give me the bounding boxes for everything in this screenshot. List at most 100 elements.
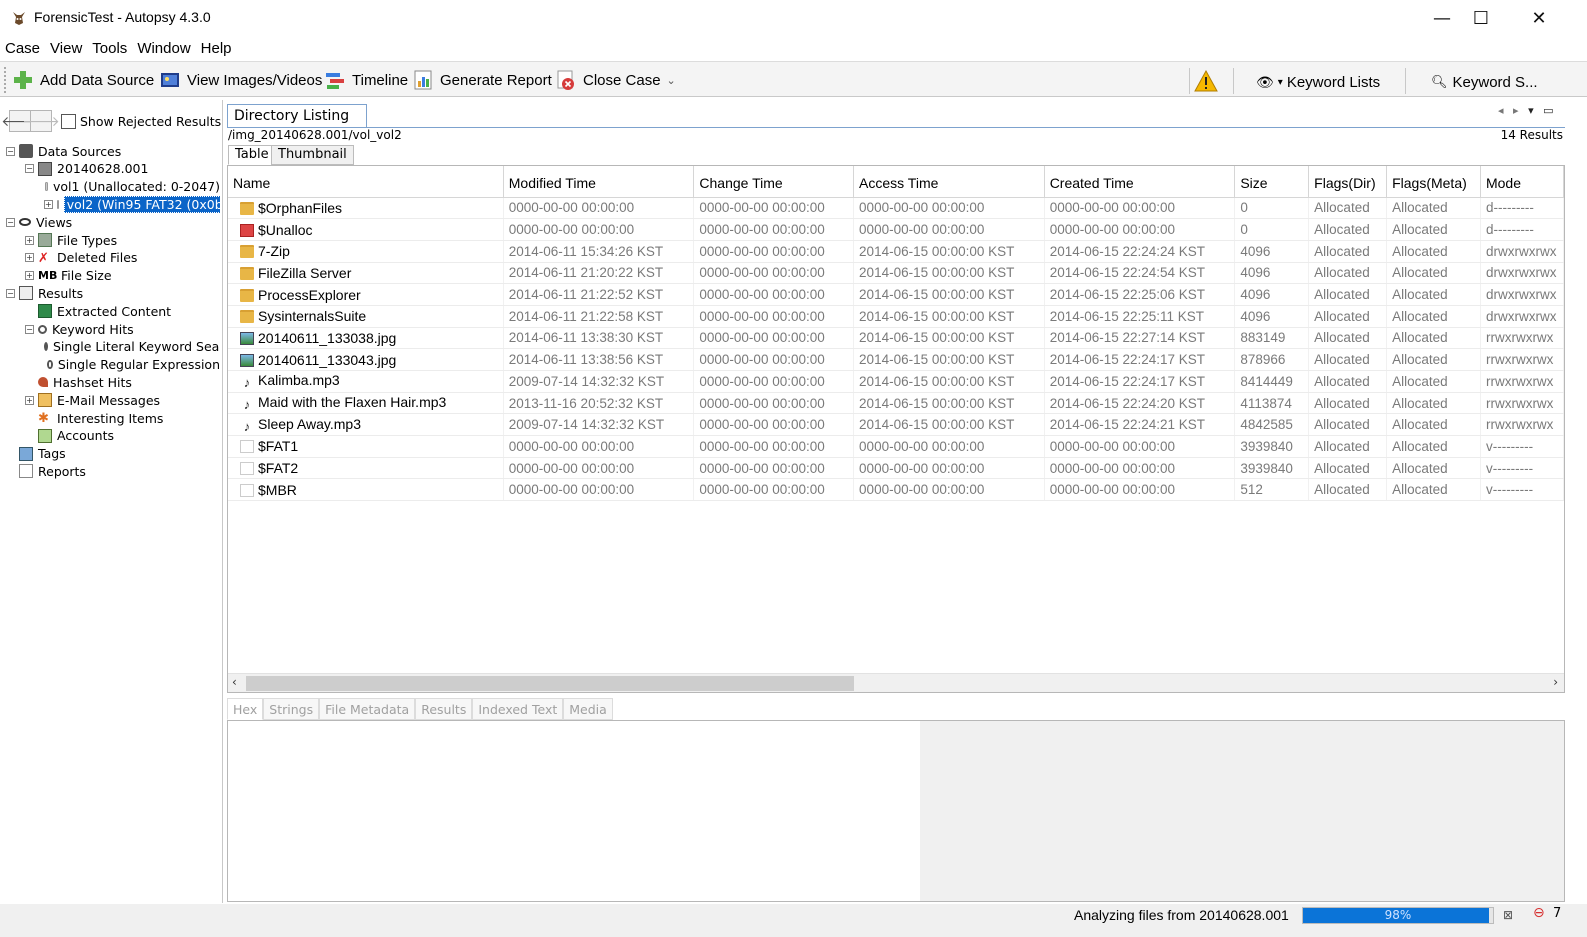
column-header[interactable]: Change Time	[693, 166, 855, 198]
tree-item-label: Accounts	[57, 428, 114, 444]
tree-item[interactable]: + vol2 (Win95 FAT32 (0x0b)	[44, 195, 220, 213]
column-header[interactable]: Flags(Meta)	[1386, 166, 1481, 198]
tab-strings[interactable]: Strings	[263, 698, 320, 720]
maximize-panel-icon[interactable]: ▭	[1543, 104, 1553, 117]
table-row[interactable]: ProcessExplorer 2014-06-11 21:22:52 KST 00…	[228, 283, 1564, 306]
menu-tools[interactable]: Tools	[87, 38, 132, 60]
close-case-button[interactable]: Close Case ⌄	[555, 67, 676, 93]
collapse-icon[interactable]: −	[6, 288, 15, 298]
scroll-left-icon[interactable]: ‹	[232, 675, 237, 689]
keyword-search-button[interactable]: 🔍︎ Keyword S...	[1431, 69, 1538, 95]
collapse-icon[interactable]: −	[6, 146, 15, 156]
tree-item[interactable]: − 20140628.001	[25, 160, 148, 178]
collapse-icon[interactable]: −	[6, 217, 15, 227]
table-row[interactable]: ♪ Kalimba.mp3 2009-07-14 14:32:32 KST 0000-…	[228, 370, 1564, 393]
column-header[interactable]: Size	[1234, 166, 1310, 198]
scroll-right-icon[interactable]: ›	[1553, 675, 1558, 689]
collapse-icon[interactable]: −	[25, 324, 34, 334]
cancel-ingest-icon[interactable]: ⊠	[1503, 908, 1513, 922]
scrollbar-thumb[interactable]	[246, 676, 854, 691]
toolbar-overflow-chevron-icon[interactable]: ⌄	[667, 74, 676, 87]
table-row[interactable]: FileZilla Server 2014-06-11 21:20:22 KST 0…	[228, 262, 1564, 285]
table-cell: 0000-00-00 00:00:00	[1044, 218, 1236, 241]
tree-item[interactable]: Accounts	[25, 427, 114, 445]
horizontal-scrollbar[interactable]: ‹ ›	[228, 673, 1564, 692]
warning-icon[interactable]	[1194, 70, 1218, 92]
expand-icon[interactable]: +	[25, 271, 34, 281]
tree-item[interactable]: + File Types	[25, 231, 117, 249]
hex-view-area[interactable]	[228, 721, 920, 901]
menu-window[interactable]: Window	[132, 38, 195, 60]
table-cell: Allocated	[1308, 413, 1388, 437]
table-row[interactable]: $Unalloc 0000-00-00 00:00:00 0000-00-00 00…	[228, 218, 1564, 241]
table-cell: 2009-07-14 14:32:32 KST	[503, 370, 695, 393]
table-cell: Allocated	[1308, 197, 1388, 220]
table-row[interactable]: $FAT1 0000-00-00 00:00:00 0000-00-00 00:00…	[228, 435, 1564, 458]
column-header[interactable]: Flags(Dir)	[1308, 166, 1388, 198]
column-header[interactable]: Created Time	[1044, 166, 1236, 198]
expand-icon[interactable]: +	[25, 235, 34, 245]
scroll-tabs-right-icon[interactable]: ▸	[1513, 104, 1519, 117]
expand-icon[interactable]: +	[25, 395, 34, 405]
table-row[interactable]: SysinternalsSuite 2014-06-11 21:22:58 KST…	[228, 305, 1564, 328]
table-row[interactable]: $OrphanFiles 0000-00-00 00:00:00 0000-00-0…	[228, 197, 1564, 220]
tree-item[interactable]: + E-Mail Messages	[25, 391, 160, 409]
tab-results[interactable]: Results	[415, 698, 473, 720]
column-header[interactable]: Mode	[1480, 166, 1564, 198]
tree-item[interactable]: Tags	[6, 445, 66, 463]
tree-item[interactable]: Extracted Content	[25, 302, 171, 320]
view-images-videos-button[interactable]: View Images/Videos	[159, 67, 322, 93]
column-header[interactable]: Name	[228, 166, 504, 198]
tree-item[interactable]: Hashset Hits	[25, 373, 132, 391]
tree-item[interactable]: Single Regular Expression	[44, 356, 220, 374]
expand-icon[interactable]: +	[25, 253, 34, 263]
column-header[interactable]: Modified Time	[503, 166, 695, 198]
forward-button[interactable]: 🡒	[22, 110, 60, 132]
tree-item[interactable]: ✱ Interesting Items	[25, 409, 163, 427]
add-data-source-button[interactable]: Add Data Source	[12, 67, 154, 93]
table-row[interactable]: $FAT2 0000-00-00 00:00:00 0000-00-00 00:00…	[228, 457, 1564, 480]
table-row[interactable]: 20140611_133038.jpg 2014-06-11 13:38:30 K…	[228, 327, 1564, 350]
tab-hex[interactable]: Hex	[227, 698, 264, 720]
tab-media[interactable]: Media	[563, 698, 613, 720]
timeline-button[interactable]: Timeline	[324, 67, 408, 93]
table-row[interactable]: 20140611_133043.jpg 2014-06-11 13:38:56 K…	[228, 348, 1564, 371]
table-row[interactable]: $MBR 0000-00-00 00:00:00 0000-00-00 00:00:…	[228, 478, 1564, 502]
tree-item[interactable]: − Results	[6, 284, 83, 302]
menu-help[interactable]: Help	[196, 38, 237, 60]
table-cell: Allocated	[1386, 240, 1481, 263]
table-cell: 2014-06-15 00:00:00 KST	[853, 262, 1045, 285]
tab-directory-listing[interactable]: Directory Listing	[227, 104, 367, 128]
tree-item[interactable]: vol1 (Unallocated: 0-2047)	[44, 178, 220, 196]
tab-table[interactable]: Table	[228, 145, 276, 165]
menu-case[interactable]: Case	[0, 38, 45, 60]
expand-icon[interactable]: +	[44, 199, 53, 209]
maximize-button[interactable]: ☐	[1452, 0, 1510, 36]
error-icon[interactable]: ⊖	[1533, 905, 1545, 921]
generate-report-button[interactable]: Generate Report	[412, 67, 552, 93]
collapse-icon[interactable]: −	[25, 164, 34, 174]
tree-item[interactable]: Reports	[6, 462, 86, 480]
tree-item[interactable]: + ✗ Deleted Files	[25, 249, 137, 267]
close-button[interactable]: ✕	[1510, 0, 1568, 36]
hex-tab-label: Hex	[233, 702, 258, 717]
tree-item[interactable]: Single Literal Keyword Search	[44, 338, 220, 356]
table-cell: 2014-06-15 22:24:17 KST	[1044, 370, 1236, 393]
tree-item[interactable]: − Data Sources	[6, 142, 121, 160]
column-header[interactable]: Access Time	[853, 166, 1045, 198]
menu-view[interactable]: View	[45, 38, 87, 60]
tree-item[interactable]: − Keyword Hits	[25, 320, 134, 338]
tree-item[interactable]: + MB File Size	[25, 267, 112, 285]
keyword-lists-button[interactable]: 👁 ▾ Keyword Lists	[1256, 69, 1380, 95]
scroll-tabs-left-icon[interactable]: ◂	[1498, 104, 1504, 117]
table-row[interactable]: 7-Zip 2014-06-11 15:34:26 KST 0000-00-00 0…	[228, 240, 1564, 263]
tab-file-metadata[interactable]: File Metadata	[319, 698, 416, 720]
tab-indexed-text[interactable]: Indexed Text	[472, 698, 564, 720]
show-rejected-checkbox[interactable]	[61, 114, 76, 129]
ingest-progress-bar[interactable]: 98%	[1302, 907, 1494, 924]
tab-thumbnail[interactable]: Thumbnail	[271, 145, 354, 165]
tab-menu-icon[interactable]: ▾	[1528, 104, 1534, 117]
table-row[interactable]: ♪ Sleep Away.mp3 2009-07-14 14:32:32 KST 00…	[228, 413, 1564, 437]
table-row[interactable]: ♪ Maid with the Flaxen Hair.mp3 2013-11-16…	[228, 392, 1564, 415]
tree-item[interactable]: − Views	[6, 213, 72, 231]
